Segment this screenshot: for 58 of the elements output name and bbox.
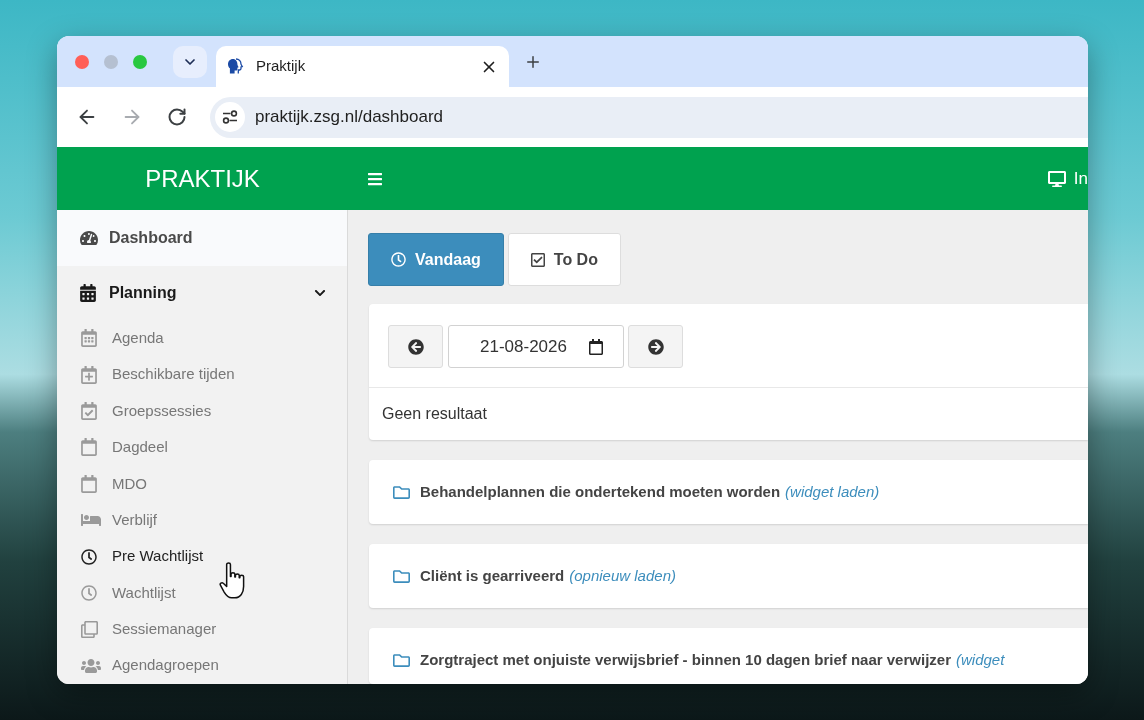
- widget-load-link[interactable]: (opnieuw laden): [569, 565, 676, 587]
- close-window-button[interactable]: [75, 54, 89, 69]
- next-day-button[interactable]: [628, 325, 683, 368]
- bed-icon: [81, 512, 101, 529]
- widget-title: Behandelplannen die ondertekend moeten worden: [420, 482, 781, 502]
- date-field[interactable]: 21-08-2026: [448, 325, 624, 368]
- checkbox-icon: [530, 251, 545, 268]
- site-info-button[interactable]: [215, 102, 245, 132]
- sidebar-subitem[interactable]: Agendagroepen: [57, 647, 347, 684]
- widget-load-link[interactable]: (widget: [956, 649, 1005, 671]
- calendar-grid-icon: [80, 284, 96, 302]
- address-bar[interactable]: praktijk.zsg.nl/dashboard: [210, 96, 1088, 138]
- sidebar-subitem[interactable]: Groepssessies: [57, 392, 347, 430]
- widget-title: Cliënt is gearriveerd: [420, 566, 565, 586]
- clock-icon: [81, 584, 97, 601]
- sidebar-subitem[interactable]: Wachtlijst: [57, 574, 347, 612]
- monitor-icon: [1047, 170, 1066, 187]
- sidebar-subitem[interactable]: Beschikbare tijden: [57, 356, 347, 393]
- calendar-grid-icon: [81, 329, 97, 348]
- sidebar-subitem[interactable]: Dagdeel: [57, 429, 347, 466]
- tab[interactable]: Vandaag: [368, 233, 504, 286]
- sidebar-subitem[interactable]: Verblijf: [57, 501, 347, 539]
- folder-icon: [392, 568, 411, 585]
- menu-icon: [367, 170, 382, 187]
- calendar-icon: [81, 474, 97, 493]
- sidebar-subitem[interactable]: Pre Wachtlijst: [57, 538, 347, 575]
- head-profile-icon: [227, 58, 245, 75]
- empty-result-text: Geen resultaat: [382, 404, 487, 424]
- previous-day-button[interactable]: [388, 325, 443, 368]
- sidebar-item[interactable]: Planning: [57, 266, 347, 320]
- calendar-plus-icon: [81, 365, 97, 384]
- tab-title: Praktijk: [256, 56, 307, 77]
- sidebar-subitem[interactable]: MDO: [57, 465, 347, 502]
- tune-icon: [222, 110, 238, 124]
- sidebar-item[interactable]: Dashboard: [57, 210, 347, 266]
- calendar-icon: [589, 338, 603, 355]
- clock-icon: [81, 548, 97, 565]
- calendar-check-icon: [81, 401, 97, 420]
- browser-tab[interactable]: Praktijk: [216, 46, 509, 87]
- widget-title: Zorgtraject met onjuiste verwijsbrief - binnen 10 dagen brief naar verwijzer: [420, 650, 951, 670]
- folder-icon: [392, 652, 411, 669]
- reload-button[interactable]: [166, 106, 188, 128]
- folder-icon: [392, 484, 411, 501]
- header-link[interactable]: In: [1047, 170, 1088, 187]
- app-logo: PRAKTIJK: [145, 166, 260, 191]
- clock-icon: [391, 252, 406, 267]
- hand-cursor-icon: [219, 562, 245, 599]
- copy-icon: [81, 620, 98, 638]
- gauge-icon: [80, 230, 98, 246]
- users-icon: [81, 657, 101, 674]
- sidebar-subitem[interactable]: Sessiemanager: [57, 611, 347, 648]
- tab-search-button[interactable]: [173, 45, 207, 78]
- widget-load-link[interactable]: (widget laden): [785, 481, 880, 503]
- calendar-icon: [81, 438, 97, 457]
- tab[interactable]: To Do: [507, 233, 621, 286]
- chevron-down-icon: [314, 287, 326, 299]
- reload-icon: [167, 107, 187, 127]
- sidebar-subitem[interactable]: Agenda: [57, 320, 347, 357]
